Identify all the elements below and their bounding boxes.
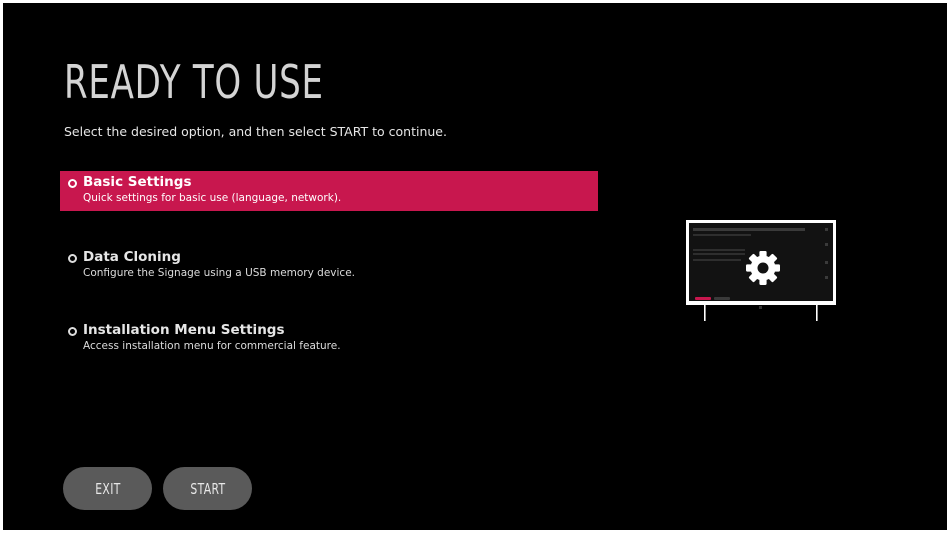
option-description: Configure the Signage using a USB memory… (83, 267, 355, 279)
option-data-cloning[interactable]: Data Cloning Configure the Signage using… (60, 246, 598, 286)
radio-bullet-icon (68, 179, 77, 188)
menu-line (693, 228, 805, 231)
radio-bullet-icon (68, 327, 77, 336)
option-title: Basic Settings (83, 174, 192, 190)
option-basic-settings[interactable]: Basic Settings Quick settings for basic … (60, 171, 598, 211)
menu-dot (825, 276, 828, 279)
start-button-label: START (189, 479, 226, 498)
tv-settings-illustration (686, 220, 836, 321)
tv-leg-left (704, 305, 706, 321)
menu-line (693, 253, 745, 255)
tv-leg-right (816, 305, 818, 321)
menu-line (693, 259, 741, 261)
menu-dot (825, 243, 828, 246)
gear-icon (746, 251, 780, 285)
option-description: Access installation menu for commercial … (83, 340, 341, 352)
option-description: Quick settings for basic use (language, … (83, 192, 342, 204)
page-subtitle: Select the desired option, and then sele… (64, 124, 447, 139)
menu-line (693, 234, 751, 236)
radio-bullet-icon (68, 254, 77, 263)
option-title: Installation Menu Settings (83, 322, 285, 338)
page-title: READY TO USE (64, 55, 324, 109)
start-button[interactable]: START (163, 467, 252, 510)
exit-button-label: EXIT (94, 479, 121, 498)
setup-screen: READY TO USE Select the desired option, … (3, 3, 947, 530)
option-title: Data Cloning (83, 249, 181, 265)
exit-button[interactable]: EXIT (63, 467, 152, 510)
menu-dot (825, 261, 828, 264)
tv-logo-dot (759, 306, 762, 309)
menu-line (693, 249, 745, 251)
menu-dot (825, 228, 828, 231)
mini-selected-button (695, 297, 711, 300)
option-installation-menu-settings[interactable]: Installation Menu Settings Access instal… (60, 319, 598, 359)
mini-button (714, 297, 730, 300)
